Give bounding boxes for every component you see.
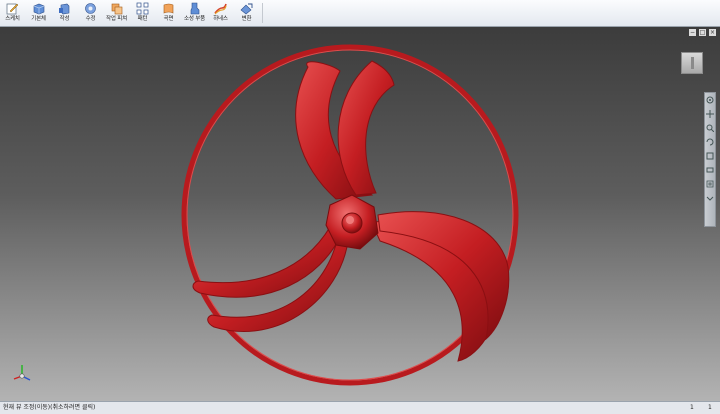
convert-icon bbox=[240, 3, 253, 15]
tool-label: 기본체 bbox=[31, 16, 46, 22]
ribbon-separator bbox=[262, 3, 263, 23]
look-at-icon[interactable] bbox=[706, 152, 714, 160]
pattern-icon bbox=[136, 2, 149, 15]
tool-convert[interactable]: 변환 bbox=[234, 0, 260, 26]
tool-work-feature[interactable]: 작업 피쳐 bbox=[104, 0, 130, 26]
surface-icon bbox=[163, 3, 174, 14]
zoom-all-icon[interactable] bbox=[706, 180, 714, 188]
tool-label: 하네스 bbox=[213, 16, 228, 22]
sketch-icon bbox=[6, 3, 19, 15]
coordinate-triad bbox=[13, 365, 31, 381]
tool-harness[interactable]: 하네스 bbox=[208, 0, 234, 26]
tool-label: 곡면 bbox=[163, 16, 174, 22]
tool-label: 수정 bbox=[85, 16, 96, 22]
navigation-bar bbox=[704, 92, 716, 227]
steering-wheel-icon[interactable] bbox=[706, 96, 714, 104]
plastic-part-icon bbox=[190, 2, 200, 15]
modify-icon bbox=[85, 3, 96, 14]
tool-primitive[interactable]: 기본체 bbox=[26, 0, 52, 26]
tool-label: 변환 bbox=[241, 16, 252, 22]
orbit-icon[interactable] bbox=[706, 138, 714, 146]
status-text: 현재 뷰 조정(이동)(취소하려면 클릭) bbox=[3, 404, 96, 411]
tool-surface[interactable]: 곡면 bbox=[156, 0, 182, 26]
tool-plastic-part[interactable]: 소성 부품 bbox=[182, 0, 208, 26]
ribbon-toolbar: 스케치 기본체 작성 수정 작업 피쳐 패턴 곡면 소성 부품 하네스 변환 bbox=[0, 0, 720, 27]
status-bar: 현재 뷰 조정(이동)(취소하려면 클릭) 1 1 bbox=[0, 401, 720, 414]
tool-modify[interactable]: 수정 bbox=[78, 0, 104, 26]
graphics-viewport[interactable]: − □ × bbox=[0, 27, 720, 401]
navbar-options-icon[interactable] bbox=[706, 194, 714, 202]
primitive-box-icon bbox=[33, 3, 45, 15]
work-feature-icon bbox=[111, 3, 123, 15]
tool-label: 작성 bbox=[59, 16, 70, 22]
tool-create[interactable]: 작성 bbox=[52, 0, 78, 26]
pan-icon[interactable] bbox=[706, 110, 714, 118]
propeller-model[interactable] bbox=[0, 27, 720, 401]
tool-sketch[interactable]: 스케치 bbox=[0, 0, 26, 26]
harness-icon bbox=[214, 3, 227, 15]
blade-upper-outer bbox=[337, 60, 395, 196]
zoom-window-icon[interactable] bbox=[706, 166, 714, 174]
status-count-2: 1 bbox=[708, 404, 712, 411]
tool-label: 스케치 bbox=[5, 16, 20, 22]
tool-label: 작업 피쳐 bbox=[106, 16, 127, 22]
tool-pattern[interactable]: 패턴 bbox=[130, 0, 156, 26]
hub-highlight bbox=[346, 216, 354, 224]
viewcube[interactable] bbox=[681, 52, 703, 74]
tool-label: 패턴 bbox=[137, 16, 148, 22]
status-count-1: 1 bbox=[690, 404, 694, 411]
create-icon bbox=[59, 3, 70, 15]
tool-label: 소성 부품 bbox=[184, 16, 205, 22]
zoom-icon[interactable] bbox=[706, 124, 714, 132]
